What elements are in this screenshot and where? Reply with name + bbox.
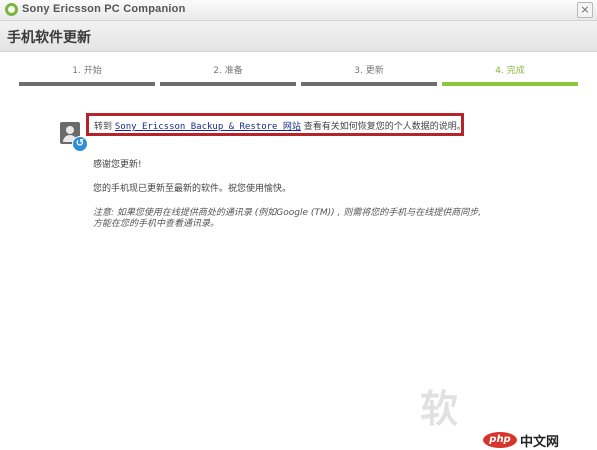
step-start: 1. 开始 (19, 64, 155, 86)
watermark-char: 软 (420, 387, 459, 431)
step-complete: 4. 完成 (442, 64, 578, 86)
step-progress-bar (160, 82, 296, 86)
page-header: 手机软件更新 (0, 21, 597, 52)
backup-restore-callout: 转到 Sony Ericsson Backup & Restore 网站 查看有… (86, 113, 466, 136)
step-progress-bar (442, 82, 578, 86)
sync-arrow-icon: ↺ (72, 136, 88, 152)
step-label: 3. 更新 (354, 66, 384, 76)
callout-suffix: 查看有关如何恢复您的个人数据的说明。 (303, 122, 466, 132)
callout-text: 转到 Sony Ericsson Backup & Restore 网站 查看有… (94, 119, 466, 132)
php-logo: php (483, 432, 517, 448)
backup-restore-link[interactable]: Sony Ericsson Backup & Restore 网站 (115, 122, 301, 132)
step-label: 4. 完成 (495, 66, 525, 76)
step-label: 1. 开始 (72, 66, 102, 76)
window-title: Sony Ericsson PC Companion (22, 3, 186, 15)
note-text-line2: 方能在您的手机中查看通讯录。 (93, 219, 220, 229)
thanks-text: 感谢您更新! (93, 160, 142, 170)
app-logo-icon (5, 3, 18, 16)
step-progress-bar (19, 82, 155, 86)
step-label: 2. 准备 (213, 66, 243, 76)
person-head (66, 126, 74, 134)
watermark-site: 中文网 (520, 435, 560, 450)
step-prepare: 2. 准备 (160, 64, 296, 86)
window-titlebar: Sony Ericsson PC Companion × (0, 0, 597, 21)
updated-text: 您的手机现已更新至最新的软件。祝您使用愉快。 (93, 184, 292, 194)
step-update: 3. 更新 (301, 64, 437, 86)
step-progress-bar (301, 82, 437, 86)
callout-prefix: 转到 (94, 122, 113, 132)
page-title: 手机软件更新 (7, 30, 91, 46)
close-button[interactable]: × (577, 2, 593, 18)
